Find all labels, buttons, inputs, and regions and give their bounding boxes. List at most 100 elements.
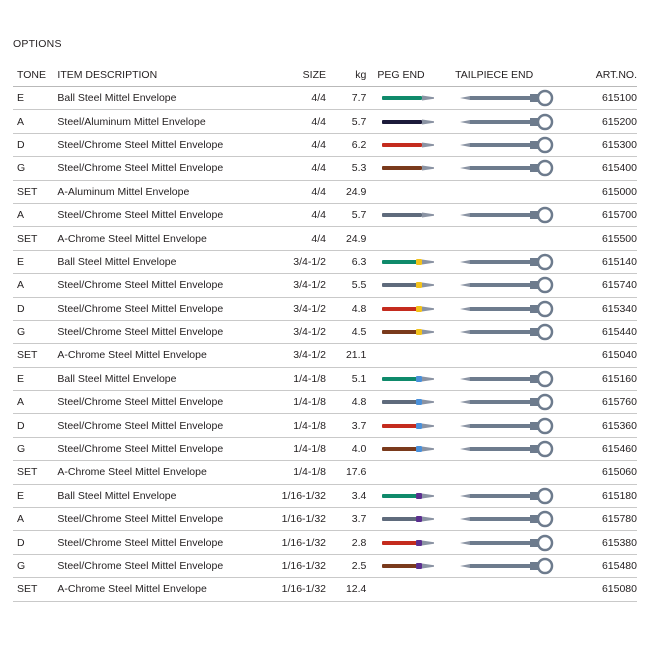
size-cell: 4/4	[259, 180, 326, 204]
weight-cell: 4.0	[326, 437, 367, 462]
tailpiece-end-cell	[450, 156, 567, 181]
tail-string	[470, 119, 533, 124]
art-no-cell: 615700	[566, 203, 637, 228]
tail-tip	[460, 213, 471, 218]
description-cell: Steel/Aluminum Mittel Envelope	[57, 109, 260, 134]
peg-tip	[422, 493, 435, 499]
size-cell: 3/4-1/2	[259, 320, 326, 345]
tail-tip	[460, 564, 471, 568]
size-band	[416, 258, 423, 265]
table-header-row: TONE ITEM DESCRIPTION SIZE kg PEG END TA…	[13, 64, 637, 87]
tail-string	[470, 166, 533, 171]
peg-end-cell	[366, 297, 451, 321]
peg-tip	[422, 165, 435, 171]
tailpiece-end-cell	[450, 367, 567, 392]
table-row: G Steel/Chrome Steel Mittel Envelope 3/4-1…	[13, 320, 637, 345]
tailpiece-end-cell	[450, 180, 567, 204]
description-cell: Ball Steel Mittel Envelope	[57, 367, 260, 392]
tail-string	[470, 213, 533, 218]
tailpiece-end-cell	[450, 460, 567, 485]
description-cell: Steel/Chrome Steel Mittel Envelope	[57, 390, 260, 415]
peg-end-cell	[366, 367, 451, 392]
tailpiece-end-cell	[450, 273, 567, 298]
tailpiece-end-cell	[450, 413, 567, 438]
tailpiece-end-icon	[460, 89, 554, 107]
peg-tip	[422, 119, 435, 125]
table-row: A Steel/Chrome Steel Mittel Envelope 4/4 5.…	[13, 203, 637, 228]
peg-end-cell	[366, 390, 451, 415]
peg-end-cell	[366, 226, 451, 251]
weight-cell: 3.7	[326, 413, 367, 438]
description-cell: Steel/Chrome Steel Mittel Envelope	[57, 320, 260, 345]
tone-cell: D	[13, 413, 58, 438]
description-cell: A-Chrome Steel Mittel Envelope	[57, 226, 260, 251]
art-no-cell: 615100	[566, 86, 637, 111]
peg-string	[382, 142, 423, 147]
size-band	[416, 375, 423, 382]
size-band	[416, 563, 423, 569]
peg-tip	[422, 212, 435, 218]
tail-ball-end	[536, 394, 554, 411]
weight-cell: 5.5	[326, 273, 367, 298]
tail-string	[470, 283, 533, 288]
weight-cell: 6.3	[326, 250, 367, 275]
tail-tip	[460, 447, 471, 452]
weight-cell: 5.7	[326, 109, 367, 134]
tail-string	[470, 330, 533, 335]
weight-cell: 17.6	[326, 460, 367, 485]
weight-cell: 4.5	[326, 320, 367, 345]
description-cell: A-Chrome Steel Mittel Envelope	[57, 343, 260, 368]
tone-cell: D	[13, 530, 58, 555]
tail-string	[470, 493, 533, 498]
table-row: SET A-Chrome Steel Mittel Envelope 3/4-1/2…	[13, 343, 637, 368]
tail-string	[470, 259, 533, 264]
tail-ball-end	[536, 557, 554, 575]
tail-ball-end	[536, 277, 554, 294]
size-band	[416, 446, 423, 453]
peg-tip	[422, 142, 435, 148]
peg-end-icon	[382, 329, 435, 336]
size-band	[416, 305, 423, 312]
tailpiece-end-cell	[450, 343, 567, 368]
art-no-cell: 615000	[566, 180, 637, 204]
weight-cell: 21.1	[326, 343, 367, 368]
peg-end-cell	[366, 413, 451, 438]
tail-ball-end	[536, 300, 554, 317]
art-no-cell: 615480	[566, 554, 637, 579]
size-cell: 1/4-1/8	[259, 390, 326, 415]
size-band	[416, 422, 423, 429]
header-size: SIZE	[259, 64, 326, 87]
peg-string	[382, 166, 423, 171]
art-no-cell: 615380	[566, 530, 637, 555]
description-cell: Steel/Chrome Steel Mittel Envelope	[57, 297, 260, 321]
table-body: E Ball Steel Mittel Envelope 4/4 7.7 615100 A…	[13, 86, 637, 602]
tone-cell: G	[13, 156, 58, 181]
size-band	[416, 282, 423, 289]
tone-cell: G	[13, 320, 58, 345]
peg-end-cell	[366, 577, 451, 602]
art-no-cell: 615040	[566, 343, 637, 368]
tail-string	[470, 517, 533, 522]
header-kg: kg	[326, 64, 367, 87]
art-no-cell: 615400	[566, 156, 637, 181]
size-cell: 1/4-1/8	[259, 367, 326, 392]
size-cell: 1/4-1/8	[259, 437, 326, 462]
tailpiece-end-icon	[460, 440, 554, 458]
art-no-cell: 615440	[566, 320, 637, 345]
tone-cell: E	[13, 86, 58, 111]
tone-cell: A	[13, 109, 58, 134]
size-cell: 3/4-1/2	[259, 250, 326, 275]
weight-cell: 5.7	[326, 203, 367, 228]
tailpiece-end-cell	[450, 390, 567, 415]
table-row: E Ball Steel Mittel Envelope 4/4 7.7 615100	[13, 86, 637, 111]
table-row: SET A-Chrome Steel Mittel Envelope 1/16-1/…	[13, 577, 637, 602]
weight-cell: 4.8	[326, 297, 367, 321]
tail-ball-end	[536, 323, 554, 341]
weight-cell: 24.9	[326, 226, 367, 251]
tail-tip	[460, 259, 471, 264]
art-no-cell: 615180	[566, 484, 637, 509]
tail-tip	[460, 423, 471, 428]
art-no-cell: 615300	[566, 133, 637, 158]
tail-tip	[460, 306, 471, 311]
peg-end-cell	[366, 437, 451, 462]
